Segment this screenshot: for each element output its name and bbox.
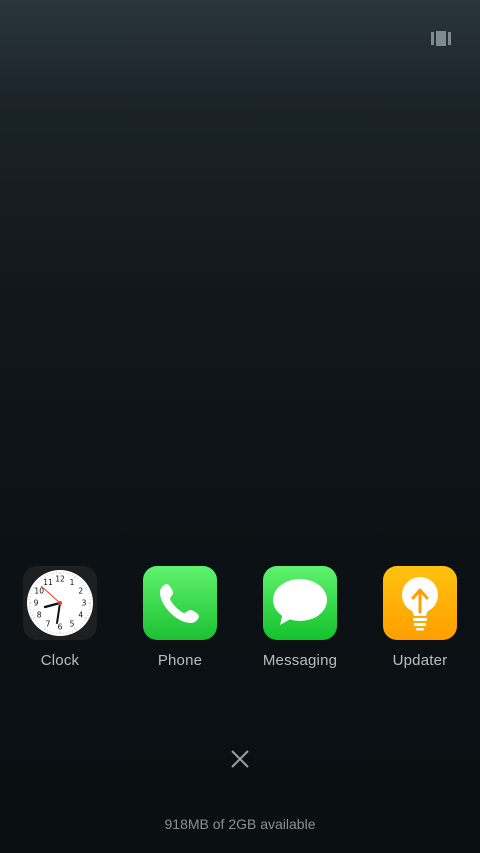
memory-status: 918MB of 2GB available	[164, 816, 316, 832]
recent-app-updater[interactable]: Updater	[372, 566, 468, 669]
clock-number: 11	[43, 578, 53, 587]
clock-number: 1	[70, 578, 75, 587]
app-label-phone: Phone	[157, 652, 203, 669]
recent-app-messaging[interactable]: Messaging	[252, 566, 348, 669]
clock-number: 4	[78, 611, 83, 620]
multi-window-icon[interactable]	[431, 31, 451, 46]
lightbulb-icon	[383, 566, 457, 640]
app-label-messaging: Messaging	[262, 652, 338, 669]
close-all-button[interactable]	[226, 745, 254, 773]
close-icon	[231, 750, 249, 768]
app-label-clock: Clock	[40, 652, 80, 669]
clock-number: 3	[82, 599, 87, 608]
phone-icon	[143, 566, 217, 640]
recent-app-clock[interactable]: 12 1 2 3 4 5 6 7 8 9 10 11 Clock	[12, 566, 108, 669]
app-label-updater: Updater	[392, 652, 448, 669]
clock-number: 2	[78, 587, 83, 596]
clock-number: 5	[70, 620, 75, 629]
clock-icon: 12 1 2 3 4 5 6 7 8 9 10 11	[23, 566, 97, 640]
clock-number: 6	[58, 623, 63, 632]
clock-number: 12	[55, 575, 65, 584]
message-bubble-icon	[263, 566, 337, 640]
clock-number: 7	[46, 620, 51, 629]
clock-number: 9	[34, 599, 39, 608]
recent-app-phone[interactable]: Phone	[132, 566, 228, 669]
clock-number: 8	[37, 611, 42, 620]
